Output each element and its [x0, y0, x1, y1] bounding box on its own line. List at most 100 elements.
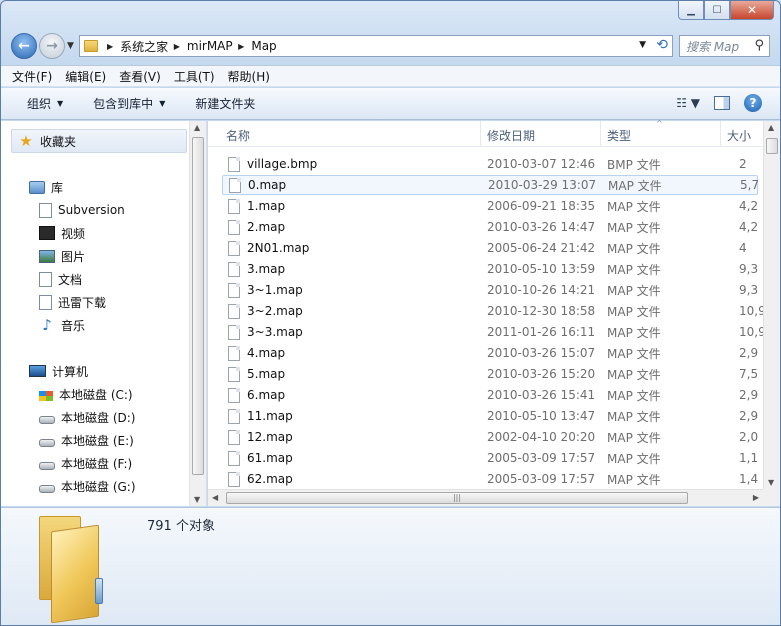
file-row[interactable]: 2.map 2010-03-26 14:47 MAP 文件 4,2 [222, 217, 758, 237]
vertical-scrollbar[interactable]: ▲ ▼ [763, 121, 780, 489]
system-drive-icon [39, 391, 53, 401]
menu-edit[interactable]: 编辑(E) [65, 68, 106, 85]
nav-item-pictures[interactable]: 图片 [39, 245, 85, 267]
nav-item-videos[interactable]: 视频 [39, 222, 85, 244]
file-row[interactable]: 6.map 2010-03-26 15:41 MAP 文件 2,9 [222, 385, 758, 405]
scroll-down-arrow-icon[interactable]: ▼ [194, 495, 200, 504]
column-header-modified[interactable]: 修改日期 [487, 127, 535, 144]
horizontal-scroll-thumb[interactable]: ||| [226, 492, 688, 504]
nav-item-drive-d[interactable]: 本地磁盘 (D:) [39, 406, 135, 428]
breadcrumb-separator[interactable]: ▶ [236, 42, 244, 51]
nav-item-drive-g[interactable]: 本地磁盘 (G:) [39, 475, 136, 497]
file-row[interactable]: 3~3.map 2011-01-26 16:11 MAP 文件 10,9 [222, 322, 766, 342]
breadcrumb-item[interactable]: mirMAP [187, 39, 233, 53]
nav-item-computer[interactable]: 计算机 [29, 360, 88, 382]
column-header-size[interactable]: 大小 [727, 127, 751, 144]
file-row[interactable]: 3~1.map 2010-10-26 14:21 MAP 文件 9,3 [222, 280, 758, 300]
file-modified: 2006-09-21 18:35 [487, 199, 596, 213]
preview-pane-icon[interactable] [714, 96, 730, 110]
refresh-icon[interactable]: ⟲ [656, 37, 668, 53]
file-row[interactable]: 62.map 2005-03-09 17:57 MAP 文件 1,4 [222, 469, 758, 489]
nav-item-subversion[interactable]: Subversion [39, 199, 125, 221]
recent-pages-dropdown[interactable]: ▼ [67, 41, 74, 51]
nav-scrollbar[interactable]: ▲ ▼ [189, 121, 206, 506]
column-divider[interactable] [480, 121, 481, 147]
nav-item-favorites[interactable]: ★ 收藏夹 [11, 129, 187, 153]
star-icon: ★ [19, 132, 33, 150]
file-name: 3~2.map [247, 304, 303, 318]
file-row[interactable]: 4.map 2010-03-26 15:07 MAP 文件 2,9 [222, 343, 758, 363]
close-button[interactable]: ✕ [730, 1, 774, 20]
organize-button[interactable]: 组织 ▼ [27, 95, 63, 112]
file-icon [228, 450, 240, 466]
breadcrumb-separator[interactable]: ▶ [171, 42, 180, 51]
file-name: 0.map [248, 178, 287, 192]
sort-ascending-icon: ^ [656, 119, 663, 128]
include-in-library-button[interactable]: 包含到库中 ▼ [93, 95, 165, 112]
navigation-bar: ← → ▼ ▶ 系统之家 ▶ mirMAP ▶ Map ▼ ⟲ 搜索 Map ⚲ [9, 31, 772, 61]
file-row[interactable]: 61.map 2005-03-09 17:57 MAP 文件 1,1 [222, 448, 758, 468]
scroll-up-arrow-icon[interactable]: ▲ [194, 123, 200, 132]
file-modified: 2010-03-26 14:47 [487, 220, 596, 234]
file-name: 62.map [247, 472, 293, 486]
music-icon: ♪ [42, 316, 52, 334]
forward-button[interactable]: → [39, 33, 65, 59]
nav-scroll-thumb[interactable] [192, 137, 204, 475]
column-divider[interactable] [600, 121, 601, 147]
column-headers: 名称 修改日期 ^ 类型 大小 [208, 119, 763, 147]
file-row[interactable]: 1.map 2006-09-21 18:35 MAP 文件 4,2 [222, 196, 758, 216]
column-header-type[interactable]: 类型 [607, 127, 631, 144]
file-icon [228, 429, 240, 445]
vertical-scroll-thumb[interactable] [766, 138, 778, 154]
nav-item-libraries[interactable]: 库 [29, 176, 63, 198]
scroll-down-arrow-icon[interactable]: ▼ [768, 478, 774, 487]
column-header-name[interactable]: 名称 [226, 127, 250, 144]
file-name: 5.map [247, 367, 286, 381]
new-folder-button[interactable]: 新建文件夹 [195, 95, 255, 112]
menu-tools[interactable]: 工具(T) [174, 68, 215, 85]
change-view-icon[interactable]: ☷ ▼ [676, 96, 700, 110]
nav-label: 视频 [61, 226, 86, 241]
help-icon[interactable]: ? [744, 94, 762, 112]
search-icon[interactable]: ⚲ [754, 38, 764, 53]
file-type: MAP 文件 [607, 430, 661, 445]
minimize-button[interactable]: ▁ [678, 1, 704, 20]
nav-item-drive-e[interactable]: 本地磁盘 (E:) [39, 429, 134, 451]
breadcrumb-item[interactable]: Map [251, 39, 276, 53]
file-row[interactable]: 11.map 2010-05-10 13:47 MAP 文件 2,9 [222, 406, 758, 426]
column-divider[interactable] [720, 121, 721, 147]
maximize-button[interactable]: ☐ [704, 1, 730, 20]
file-row[interactable]: 12.map 2002-04-10 20:20 MAP 文件 2,0 [222, 427, 758, 447]
file-icon [228, 471, 240, 487]
menu-file[interactable]: 文件(F) [12, 68, 52, 85]
file-name: 2N01.map [247, 241, 310, 255]
file-row[interactable]: 0.map 2010-03-29 13:07 MAP 文件 5,7 [222, 175, 759, 195]
file-row[interactable]: 3.map 2010-05-10 13:59 MAP 文件 9,3 [222, 259, 758, 279]
scroll-left-arrow-icon[interactable]: ◀ [212, 493, 218, 502]
search-input[interactable]: 搜索 Map ⚲ [679, 35, 770, 57]
file-modified: 2010-05-10 13:59 [487, 262, 596, 276]
menu-view[interactable]: 查看(V) [119, 68, 161, 85]
picture-icon [39, 249, 55, 263]
address-dropdown[interactable]: ▼ [639, 40, 646, 50]
nav-item-documents[interactable]: 文档 [39, 268, 82, 290]
file-row[interactable]: 2N01.map 2005-06-24 21:42 MAP 文件 4 [222, 238, 758, 258]
scroll-right-arrow-icon[interactable]: ▶ [753, 493, 759, 502]
file-row[interactable]: village.bmp 2010-03-07 12:46 BMP 文件 2 [222, 154, 758, 174]
nav-item-music[interactable]: ♪ 音乐 [39, 314, 85, 336]
menu-help[interactable]: 帮助(H) [228, 68, 270, 85]
breadcrumb-item[interactable]: 系统之家 [120, 38, 168, 55]
file-modified: 2011-01-26 16:11 [487, 325, 596, 339]
address-bar[interactable]: ▶ 系统之家 ▶ mirMAP ▶ Map ▼ ⟲ [79, 35, 673, 57]
nav-label: 收藏夹 [40, 134, 77, 149]
nav-item-drive-c[interactable]: 本地磁盘 (C:) [39, 383, 133, 405]
scroll-up-arrow-icon[interactable]: ▲ [768, 123, 774, 132]
nav-label: 迅雷下载 [58, 295, 107, 310]
horizontal-scrollbar[interactable]: ◀ ||| ▶ [208, 489, 763, 506]
file-row[interactable]: 3~2.map 2010-12-30 18:58 MAP 文件 10,9 [222, 301, 766, 321]
nav-item-drive-f[interactable]: 本地磁盘 (F:) [39, 452, 132, 474]
file-row[interactable]: 5.map 2010-03-26 15:20 MAP 文件 7,5 [222, 364, 758, 384]
breadcrumb-separator[interactable]: ▶ [107, 42, 113, 51]
back-button[interactable]: ← [11, 33, 37, 59]
nav-item-xunlei-downloads[interactable]: 迅雷下载 [39, 291, 106, 313]
